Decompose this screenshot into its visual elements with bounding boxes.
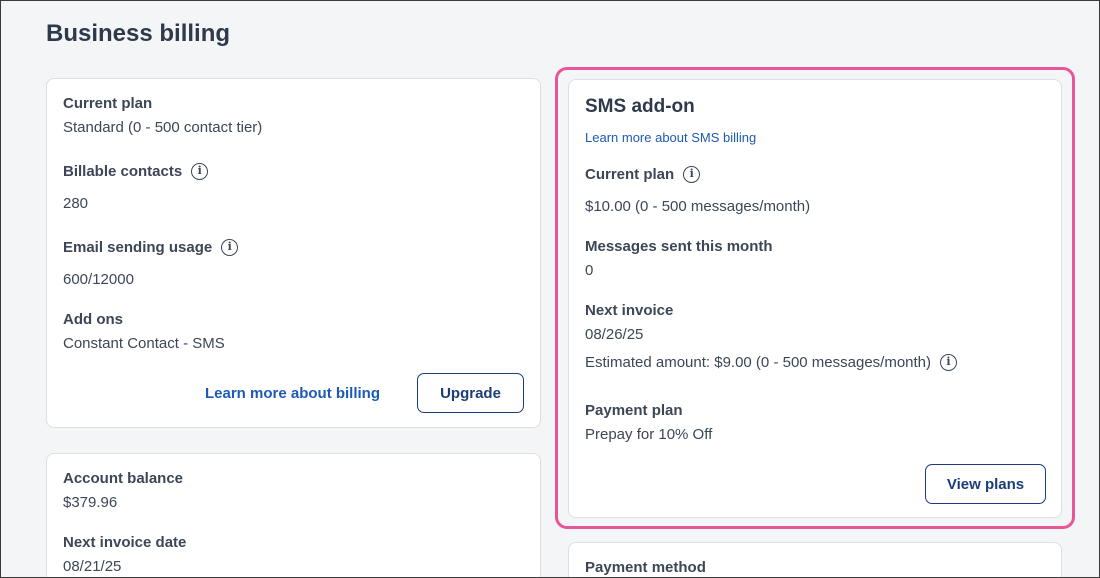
balance-card: Account balance $379.96 Next invoice dat… xyxy=(46,453,541,578)
account-balance-label: Account balance xyxy=(63,470,184,487)
email-usage-label: Email sending usage i xyxy=(63,238,239,257)
plan-card: Current plan Standard (0 - 500 contact t… xyxy=(46,78,541,428)
email-usage-text: Email sending usage xyxy=(63,239,213,256)
sms-card-highlight xyxy=(555,67,1075,529)
info-icon[interactable]: i xyxy=(221,238,239,256)
learn-more-billing-link[interactable]: Learn more about billing xyxy=(205,385,380,402)
billable-contacts-label: Billable contacts i xyxy=(63,162,209,181)
next-invoice-date-value: 08/21/25 xyxy=(63,558,122,575)
add-ons-label: Add ons xyxy=(63,311,123,328)
email-usage-value: 600/12000 xyxy=(63,271,134,288)
account-balance-value: $379.96 xyxy=(63,494,118,511)
current-plan-label: Current plan xyxy=(63,95,153,112)
upgrade-button[interactable]: Upgrade xyxy=(417,373,524,413)
billable-contacts-value: 280 xyxy=(63,195,89,212)
info-icon[interactable]: i xyxy=(191,162,209,180)
payment-method-label: Payment method xyxy=(585,559,706,576)
page-title: Business billing xyxy=(46,20,231,47)
next-invoice-date-label: Next invoice date xyxy=(63,534,187,551)
billable-contacts-text: Billable contacts xyxy=(63,163,183,180)
add-ons-value: Constant Contact - SMS xyxy=(63,335,225,352)
payment-method-card: Payment method xyxy=(568,542,1062,578)
current-plan-value: Standard (0 - 500 contact tier) xyxy=(63,119,263,136)
